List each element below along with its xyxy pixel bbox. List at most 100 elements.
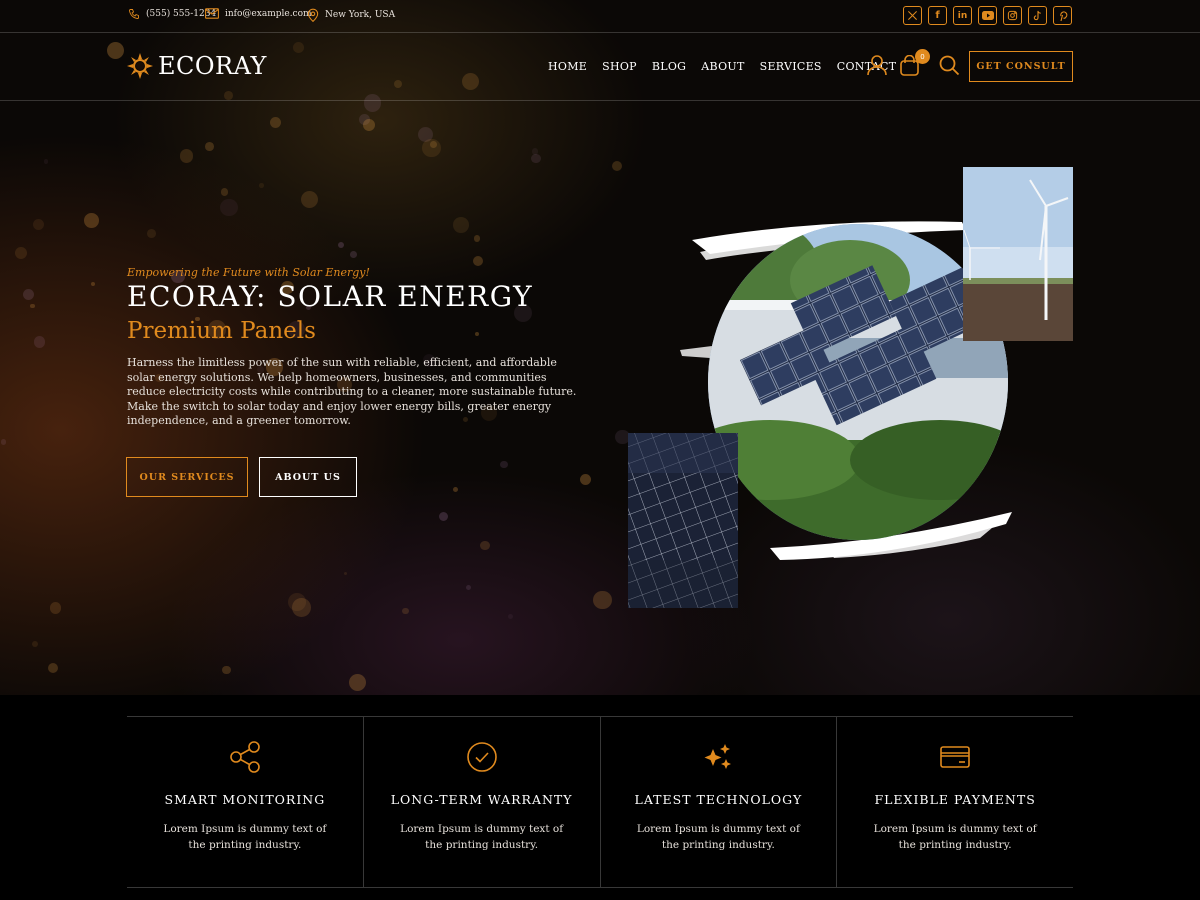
feature-card-long-term-warranty: LONG-TERM WARRANTY Lorem Ipsum is dummy … <box>362 717 600 887</box>
linkedin-icon[interactable]: in <box>953 6 972 25</box>
bokeh-particle <box>593 590 612 610</box>
hero-description: Harness the limitless power of the sun w… <box>127 356 577 427</box>
about-us-button[interactable]: ABOUT US <box>259 457 357 497</box>
bokeh-particle <box>84 213 100 228</box>
bokeh-particle <box>90 281 95 287</box>
bokeh-particle <box>205 141 215 151</box>
bokeh-particle <box>401 607 409 615</box>
search-icon[interactable] <box>939 55 960 76</box>
bokeh-particle <box>0 439 7 445</box>
feature-title: LONG-TERM WARRANTY <box>390 792 573 807</box>
bokeh-particle <box>531 154 541 164</box>
bokeh-particle <box>343 571 348 575</box>
bokeh-particle <box>221 665 231 675</box>
cart-count-badge: 0 <box>915 49 930 64</box>
bokeh-particle <box>50 602 62 614</box>
share-icon <box>230 741 260 773</box>
bokeh-particle <box>33 336 46 348</box>
bokeh-particle <box>452 486 458 492</box>
bokeh-particle <box>348 673 367 692</box>
menu-item-about[interactable]: ABOUT <box>701 60 744 73</box>
bokeh-particle <box>269 116 282 129</box>
bokeh-particle <box>22 288 34 301</box>
bokeh-particle <box>337 241 344 248</box>
tiktok-icon[interactable] <box>1028 6 1047 25</box>
main-navbar: ECORAY HOME SHOP BLOG ABOUT SERVICES CON… <box>0 33 1200 101</box>
menu-item-shop[interactable]: SHOP <box>602 60 637 73</box>
sun-logo-icon <box>127 53 153 79</box>
bokeh-particle <box>301 191 319 209</box>
our-services-button[interactable]: OUR SERVICES <box>126 457 248 497</box>
bokeh-particle <box>474 331 479 336</box>
hero-subtitle: Premium Panels <box>127 318 316 344</box>
main-menu: HOME SHOP BLOG ABOUT SERVICES CONTACT <box>548 60 896 73</box>
instagram-icon[interactable] <box>1003 6 1022 25</box>
bokeh-particle <box>421 138 441 158</box>
contact-phone[interactable]: (555) 555-1234 <box>128 8 216 20</box>
bokeh-particle <box>362 119 375 132</box>
hero-tagline: Empowering the Future with Solar Energy! <box>127 266 370 279</box>
pinterest-icon[interactable] <box>1053 6 1072 25</box>
site-logo[interactable]: ECORAY <box>127 52 267 80</box>
feature-description: Lorem Ipsum is dummy text of the printin… <box>873 823 1037 851</box>
bokeh-particle <box>480 540 490 550</box>
get-consult-button[interactable]: GET CONSULT <box>969 51 1073 82</box>
bokeh-particle <box>220 188 229 196</box>
bokeh-particle <box>33 218 45 230</box>
email-address: info@example.com <box>225 8 312 19</box>
bokeh-particle <box>179 149 194 163</box>
features-section: SMART MONITORING Lorem Ipsum is dummy te… <box>127 716 1073 888</box>
menu-item-home[interactable]: HOME <box>548 60 587 73</box>
bokeh-particle <box>32 641 38 647</box>
feature-title: LATEST TECHNOLOGY <box>634 792 803 807</box>
bokeh-particle <box>507 613 513 619</box>
phone-icon <box>129 9 139 19</box>
bokeh-particle <box>43 159 49 164</box>
credit-card-icon <box>940 746 970 768</box>
feature-description: Lorem Ipsum is dummy text of the printin… <box>636 823 800 851</box>
contact-email[interactable]: info@example.com <box>205 8 312 19</box>
hero-image-collage <box>628 167 1073 608</box>
logo-text: ECORAY <box>158 52 267 80</box>
feature-description: Lorem Ipsum is dummy text of the printin… <box>400 823 564 851</box>
bokeh-particle <box>472 256 484 267</box>
social-links: f in <box>903 6 1072 25</box>
bokeh-particle <box>580 473 592 485</box>
user-icon[interactable] <box>867 55 887 76</box>
feature-title: FLEXIBLE PAYMENTS <box>874 792 1036 807</box>
bokeh-particle <box>30 303 35 309</box>
bokeh-particle <box>500 460 508 469</box>
bokeh-particle <box>452 216 469 233</box>
bokeh-particle <box>438 511 449 522</box>
check-circle-icon <box>466 742 497 772</box>
bokeh-particle <box>466 584 472 590</box>
bokeh-particle <box>350 251 357 259</box>
feature-title: SMART MONITORING <box>164 792 326 807</box>
bokeh-particle <box>15 247 28 259</box>
x-icon[interactable] <box>903 6 922 25</box>
map-pin-icon <box>307 8 319 22</box>
feature-description: Lorem Ipsum is dummy text of the printin… <box>163 823 327 851</box>
hero-title: ECORAY: SOLAR ENERGY <box>127 280 534 313</box>
menu-item-services[interactable]: SERVICES <box>760 60 822 73</box>
youtube-icon[interactable] <box>978 6 997 25</box>
bokeh-particle <box>287 592 306 611</box>
feature-card-flexible-payments: FLEXIBLE PAYMENTS Lorem Ipsum is dummy t… <box>836 717 1073 887</box>
facebook-icon[interactable]: f <box>928 6 947 25</box>
bokeh-particle <box>259 182 264 188</box>
feature-card-smart-monitoring: SMART MONITORING Lorem Ipsum is dummy te… <box>127 717 363 887</box>
bokeh-particle <box>48 662 59 673</box>
hero-section: (555) 555-1234 info@example.com New York… <box>0 0 1200 695</box>
location-text: New York, USA <box>325 10 396 20</box>
mail-icon <box>205 8 219 19</box>
feature-card-latest-technology: LATEST TECHNOLOGY Lorem Ipsum is dummy t… <box>599 717 837 887</box>
menu-item-blog[interactable]: BLOG <box>652 60 686 73</box>
contact-location: New York, USA <box>307 8 395 22</box>
bokeh-particle <box>147 229 157 239</box>
top-bar: (555) 555-1234 info@example.com New York… <box>0 0 1200 33</box>
sparkles-icon <box>704 744 732 769</box>
bokeh-particle <box>220 198 238 216</box>
wind-turbine-photo <box>963 167 1073 341</box>
bokeh-particle <box>473 235 481 243</box>
solar-panel-closeup-photo <box>628 433 738 608</box>
